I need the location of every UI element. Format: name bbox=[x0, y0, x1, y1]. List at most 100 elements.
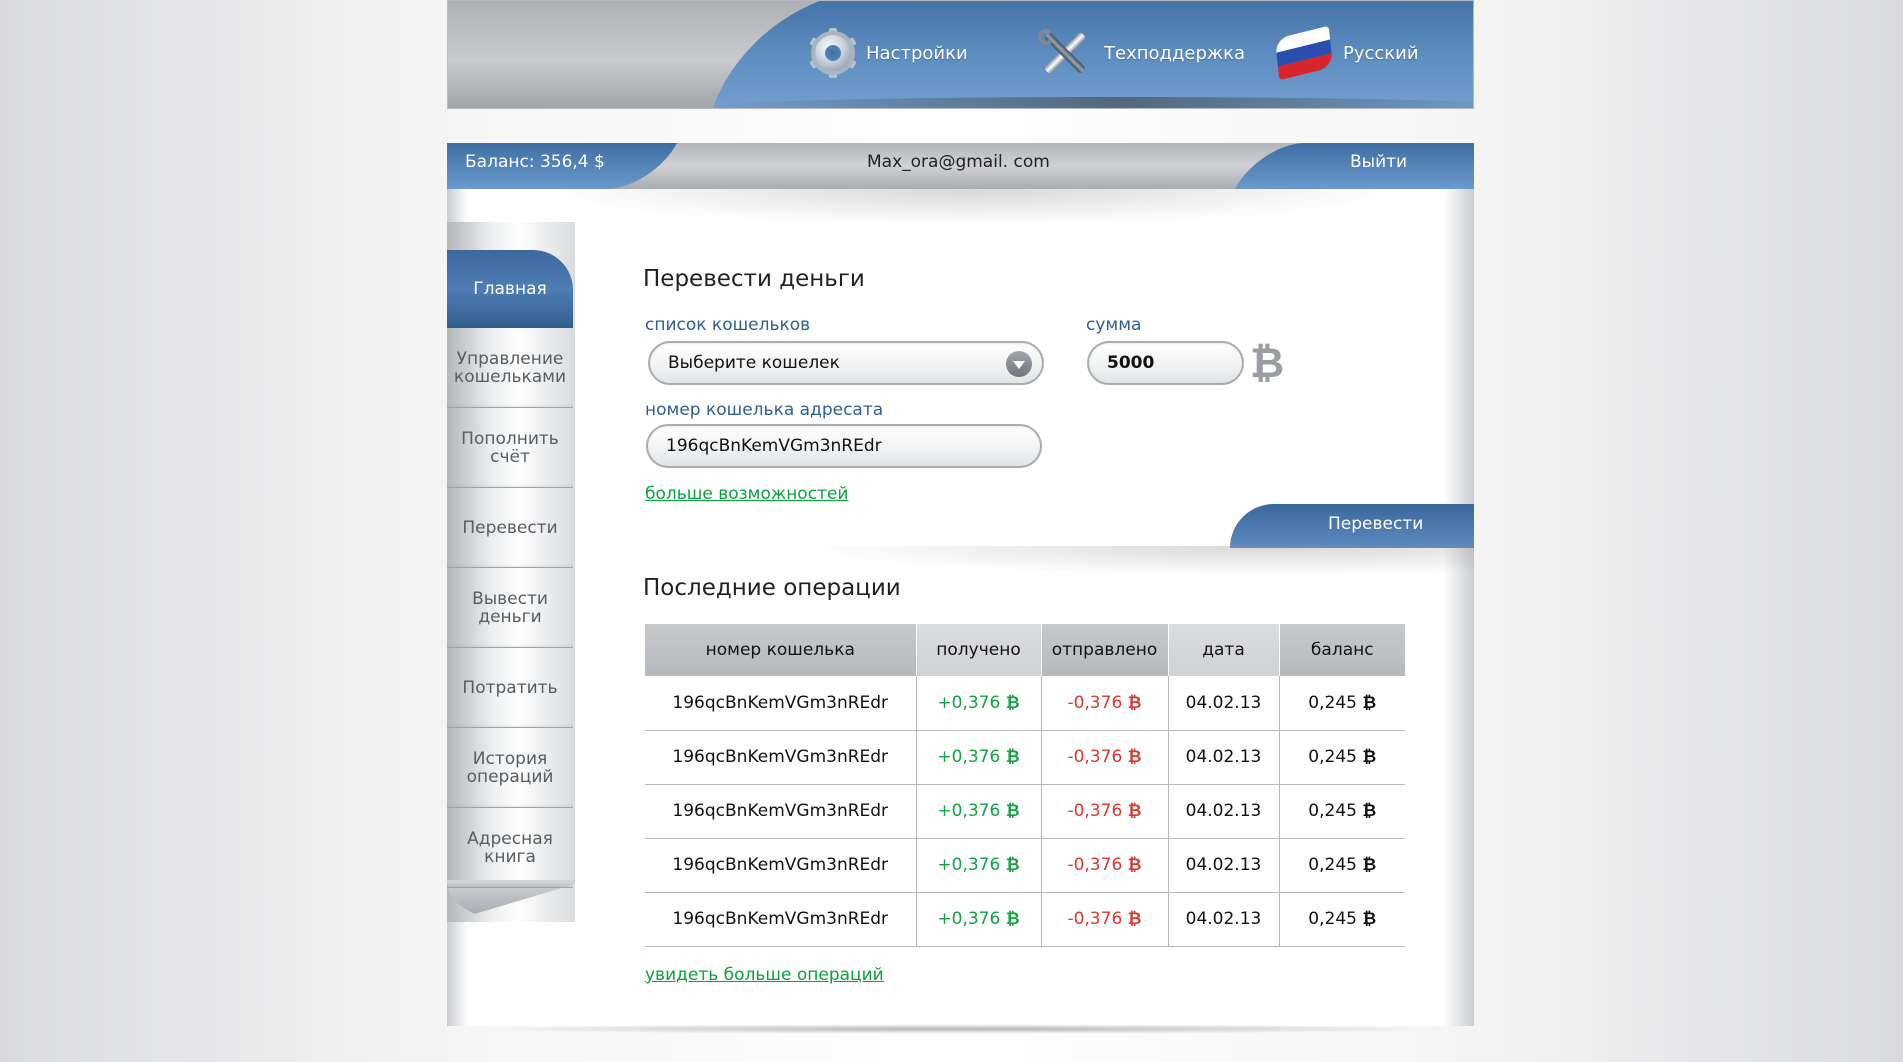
more-options-link[interactable]: больше возможностей bbox=[645, 484, 848, 504]
column-header-sent: отправлено bbox=[1040, 624, 1168, 676]
send-bar-shadow bbox=[800, 546, 1474, 576]
more-operations-link[interactable]: увидеть больше операций bbox=[645, 965, 884, 985]
sidebar-item-history[interactable]: История операций bbox=[447, 728, 573, 808]
cell-balance: 0,245 ₿ bbox=[1278, 676, 1405, 731]
sidebar-item-label: Главная bbox=[473, 279, 547, 299]
sidebar-item-label: Перевести bbox=[462, 517, 558, 538]
cell-wallet: 196qcBnKemVGm3nREdr bbox=[645, 892, 916, 947]
sidebar-item-transfer[interactable]: Перевести bbox=[447, 488, 573, 568]
bitcoin-icon: ₿ bbox=[1005, 801, 1020, 821]
transfer-title: Перевести деньги bbox=[643, 266, 865, 292]
cell-sent: -0,376 ₿ bbox=[1040, 676, 1168, 731]
cell-balance: 0,245 ₿ bbox=[1278, 784, 1405, 839]
amount-label: сумма bbox=[1086, 315, 1142, 335]
bitcoin-icon: ₿ bbox=[1005, 692, 1020, 713]
bitcoin-icon: ₿ bbox=[1127, 855, 1142, 875]
sidebar-item-label: Вывести деньги bbox=[472, 588, 548, 627]
bitcoin-icon: ₿ bbox=[1250, 338, 1285, 387]
operations-title: Последние операции bbox=[643, 575, 901, 601]
sidebar-item-spend[interactable]: Потратить bbox=[447, 648, 573, 728]
sidebar-item-label: Потратить bbox=[462, 677, 558, 698]
cell-date: 04.02.13 bbox=[1167, 730, 1279, 785]
logout-button[interactable]: Выйти bbox=[1350, 152, 1407, 172]
bitcoin-icon: ₿ bbox=[1005, 909, 1020, 929]
cell-wallet: 196qcBnKemVGm3nREdr bbox=[645, 784, 916, 839]
table-row: 196qcBnKemVGm3nREdr +0,376 ₿ -0,376 ₿ 04… bbox=[645, 892, 1405, 947]
balance-label: Баланс: 356,4 $ bbox=[465, 152, 605, 172]
bitcoin-icon: ₿ bbox=[1005, 747, 1020, 767]
cell-sent: -0,376 ₿ bbox=[1040, 892, 1168, 947]
cell-received: +0,376 ₿ bbox=[915, 730, 1041, 785]
table-row: 196qcBnKemVGm3nREdr +0,376 ₿ -0,376 ₿ 04… bbox=[645, 730, 1405, 785]
table-header-row: номер кошелька получено отправлено дата … bbox=[645, 624, 1405, 676]
cell-date: 04.02.13 bbox=[1167, 838, 1279, 893]
send-button[interactable]: Перевести bbox=[1328, 514, 1423, 534]
column-header-received: получено bbox=[915, 624, 1041, 676]
sidebar-item-label: История операций bbox=[466, 748, 554, 787]
wallet-select[interactable]: Выберите кошелек bbox=[648, 341, 1044, 385]
cell-balance: 0,245 ₿ bbox=[1278, 838, 1405, 893]
table-row: 196qcBnKemVGm3nREdr +0,376 ₿ -0,376 ₿ 04… bbox=[645, 838, 1405, 893]
cell-date: 04.02.13 bbox=[1167, 676, 1279, 731]
support-link[interactable]: Техподдержка bbox=[1034, 25, 1245, 81]
cell-received: +0,376 ₿ bbox=[915, 892, 1041, 947]
russian-flag-icon bbox=[1271, 21, 1338, 85]
cell-sent: -0,376 ₿ bbox=[1040, 838, 1168, 893]
settings-link[interactable]: Настройки bbox=[808, 25, 968, 81]
status-bar-shadow bbox=[540, 189, 1400, 225]
cell-received: +0,376 ₿ bbox=[915, 676, 1041, 731]
cell-balance: 0,245 ₿ bbox=[1278, 892, 1405, 947]
bitcoin-icon: ₿ bbox=[1362, 747, 1377, 767]
bitcoin-icon: ₿ bbox=[1127, 747, 1142, 767]
recipient-label: номер кошелька адресата bbox=[645, 400, 884, 420]
sidebar-item-address-book[interactable]: Адресная книга bbox=[447, 808, 573, 888]
sidebar-item-deposit[interactable]: Пополнить счёт bbox=[447, 408, 573, 488]
cell-wallet: 196qcBnKemVGm3nREdr bbox=[645, 676, 916, 731]
language-label: Русский bbox=[1343, 42, 1419, 64]
column-header-balance: баланс bbox=[1278, 624, 1405, 676]
sidebar-item-label: Пополнить счёт bbox=[461, 428, 559, 467]
amount-input[interactable]: 5000 bbox=[1087, 341, 1244, 385]
bitcoin-icon: ₿ bbox=[1005, 855, 1020, 875]
settings-label: Настройки bbox=[866, 42, 968, 64]
top-banner: Настройки Техподдержка Русский bbox=[447, 0, 1474, 109]
panel-shadow bbox=[470, 1024, 1450, 1034]
bitcoin-icon: ₿ bbox=[1362, 909, 1377, 929]
cell-date: 04.02.13 bbox=[1167, 892, 1279, 947]
cell-received: +0,376 ₿ bbox=[915, 784, 1041, 839]
cell-wallet: 196qcBnKemVGm3nREdr bbox=[645, 730, 916, 785]
gear-icon bbox=[808, 28, 858, 78]
recipient-value: 196qcBnKemVGm3nREdr bbox=[666, 436, 882, 456]
table-row: 196qcBnKemVGm3nREdr +0,376 ₿ -0,376 ₿ 04… bbox=[645, 676, 1405, 731]
bitcoin-icon: ₿ bbox=[1127, 692, 1142, 713]
tools-icon bbox=[1034, 25, 1096, 81]
column-header-date: дата bbox=[1167, 624, 1279, 676]
amount-value: 5000 bbox=[1107, 353, 1155, 373]
support-label: Техподдержка bbox=[1104, 42, 1246, 64]
bitcoin-icon: ₿ bbox=[1362, 801, 1377, 821]
cell-wallet: 196qcBnKemVGm3nREdr bbox=[645, 838, 916, 893]
sidebar-item-withdraw[interactable]: Вывести деньги bbox=[447, 568, 573, 648]
chevron-down-icon[interactable] bbox=[1006, 351, 1032, 377]
operations-table: номер кошелька получено отправлено дата … bbox=[645, 624, 1405, 947]
wallet-select-value: Выберите кошелек bbox=[668, 353, 840, 373]
bitcoin-icon: ₿ bbox=[1127, 801, 1142, 821]
cell-sent: -0,376 ₿ bbox=[1040, 784, 1168, 839]
wallet-list-label: список кошельков bbox=[645, 315, 811, 335]
user-email: Max_ora@gmail. com bbox=[867, 152, 1050, 172]
bitcoin-icon: ₿ bbox=[1362, 692, 1377, 713]
language-link[interactable]: Русский bbox=[1273, 25, 1419, 81]
cell-sent: -0,376 ₿ bbox=[1040, 730, 1168, 785]
cell-balance: 0,245 ₿ bbox=[1278, 730, 1405, 785]
recipient-input[interactable]: 196qcBnKemVGm3nREdr bbox=[646, 424, 1042, 468]
sidebar-item-label: Адресная книга bbox=[467, 828, 553, 867]
sidebar-item-wallets[interactable]: Управление кошельками bbox=[447, 328, 573, 408]
sidebar-item-label: Управление кошельками bbox=[453, 348, 567, 387]
sidebar-item-home[interactable]: Главная bbox=[447, 250, 573, 328]
column-header-wallet: номер кошелька bbox=[645, 624, 916, 676]
table-row: 196qcBnKemVGm3nREdr +0,376 ₿ -0,376 ₿ 04… bbox=[645, 784, 1405, 839]
cell-date: 04.02.13 bbox=[1167, 784, 1279, 839]
cell-received: +0,376 ₿ bbox=[915, 838, 1041, 893]
bitcoin-icon: ₿ bbox=[1362, 855, 1377, 875]
bitcoin-icon: ₿ bbox=[1127, 909, 1142, 929]
